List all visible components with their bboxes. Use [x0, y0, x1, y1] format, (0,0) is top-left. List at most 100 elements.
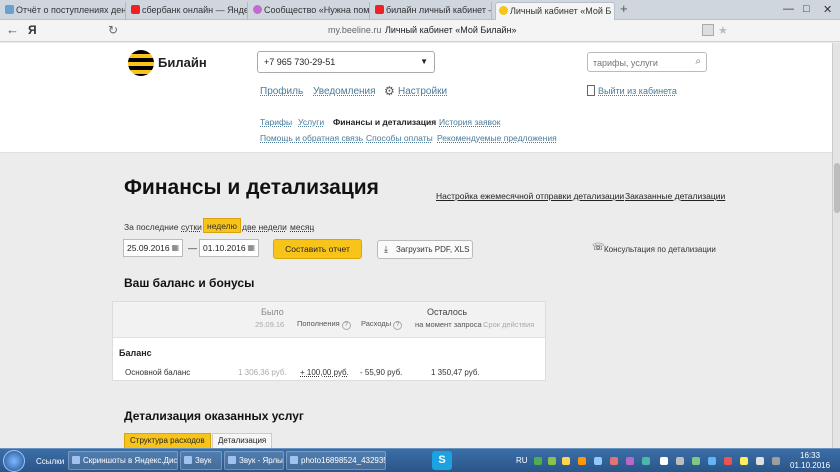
row-income[interactable]: + 100,00 руб. — [300, 368, 349, 377]
row-expense: - 55,90 руб. — [360, 368, 403, 377]
tab-detail[interactable]: Детализация — [212, 433, 273, 448]
browser-tab-active[interactable]: Личный кабинет «Мой Б — [495, 2, 615, 20]
ordered-details-link[interactable]: Заказанные детализации — [625, 191, 725, 201]
date-to-field[interactable]: 01.10.2016 ▦ — [199, 239, 259, 257]
col-income-label: Пополнения — [297, 319, 340, 328]
nav-notifications[interactable]: Уведомления — [313, 86, 376, 97]
taskbar-item-label: Звук - Ярлык — [239, 456, 284, 465]
taskbar-item[interactable]: Звук - Ярлык — [224, 451, 284, 470]
url-page-title[interactable]: Личный кабинет «Мой Билайн» — [385, 25, 517, 35]
language-indicator[interactable]: RU — [516, 456, 528, 465]
col-left-sub: на момент запроса — [415, 320, 482, 329]
scrollbar-thumb[interactable] — [834, 163, 840, 213]
beeline-logo-icon[interactable] — [128, 50, 154, 76]
taskbar-item[interactable]: Звук — [180, 451, 222, 470]
make-report-button[interactable]: Составить отчет — [273, 239, 362, 259]
tab-label: билайн личный кабинет — — [386, 5, 492, 15]
tray-app-icon[interactable] — [642, 457, 650, 465]
subnav-recommended[interactable]: Рекомендуемые предложения — [437, 133, 557, 143]
period-week[interactable]: неделю — [203, 218, 241, 233]
browser-tab[interactable]: сбербанк онлайн — Яндекс — [128, 2, 248, 20]
help-icon[interactable]: ? — [393, 321, 403, 330]
date-from-field[interactable]: 25.09.2016 ▦ — [123, 239, 183, 257]
subnav-finance[interactable]: Финансы и детализация — [333, 117, 436, 127]
taskbar-item-label: photo16898524_432935275 — [301, 456, 385, 465]
date-to-value: 01.10.2016 — [203, 243, 246, 253]
page-content: Билайн +7 965 730-29-51 ▼ ⌕ Профиль Увед… — [0, 43, 832, 448]
balance-group-title: Баланс — [119, 348, 152, 358]
yandex-logo-icon[interactable]: Я — [28, 23, 37, 37]
phone-number-select[interactable]: +7 965 730-29-51 ▼ — [257, 51, 435, 73]
logout-link[interactable]: Выйти из кабинета — [598, 86, 677, 96]
period-two-weeks[interactable]: две недели — [242, 222, 287, 232]
search-icon[interactable]: ⌕ — [695, 56, 701, 67]
tab-favicon-icon — [253, 5, 262, 14]
tab-favicon-icon — [5, 5, 14, 14]
back-arrow-icon[interactable]: ← — [6, 22, 19, 37]
download-pdf-xls-button[interactable]: ⤓ Загрузить PDF, XLS — [377, 240, 473, 259]
browser-tab[interactable]: Отчёт о поступлениях дене — [2, 2, 126, 20]
close-icon[interactable]: ✕ — [823, 3, 832, 16]
browser-tab[interactable]: билайн личный кабинет — — [372, 2, 492, 20]
headset-icon: ☏ — [592, 242, 605, 253]
taskbar-item-label: Звук — [195, 456, 212, 465]
subnav-services[interactable]: Услуги — [298, 117, 324, 127]
calendar-icon[interactable]: ▦ — [171, 240, 179, 256]
subnav-help[interactable]: Помощь и обратная связь — [260, 133, 363, 143]
refresh-icon[interactable]: ↻ — [108, 23, 118, 37]
row-was: 1 306,36 руб. — [238, 368, 287, 377]
url-host[interactable]: my.beeline.ru — [328, 25, 381, 35]
tray-app-icon[interactable] — [548, 457, 556, 465]
network-icon[interactable] — [660, 457, 668, 465]
browser-tab[interactable]: Сообщество «Нужна помо — [250, 2, 370, 20]
tray-app-icon[interactable] — [772, 457, 780, 465]
taskbar-item[interactable]: photo16898524_432935275 — [286, 451, 386, 470]
volume-icon[interactable] — [676, 457, 684, 465]
nav-profile[interactable]: Профиль — [260, 86, 303, 97]
help-icon[interactable]: ? — [341, 321, 351, 330]
tab-expense-structure[interactable]: Структура расходов — [124, 433, 211, 448]
taskbar-item[interactable]: Скриншоты в Яндекс.Диске — [68, 451, 178, 470]
col-was: Было — [261, 307, 284, 317]
tab-label: Отчёт о поступлениях дене — [16, 5, 126, 15]
logo-text[interactable]: Билайн — [158, 55, 207, 70]
period-day[interactable]: сутки — [181, 222, 202, 232]
tray-app-icon[interactable] — [724, 457, 732, 465]
tray-app-icon[interactable] — [692, 457, 700, 465]
tab-favicon-icon — [131, 5, 140, 14]
star-icon[interactable]: ★ — [718, 24, 730, 37]
new-tab-button[interactable]: + — [620, 1, 628, 16]
system-clock[interactable]: 16:33 01.10.2016 — [790, 451, 830, 471]
nav-settings[interactable]: Настройки — [398, 86, 447, 97]
image-icon — [290, 456, 298, 464]
start-button[interactable] — [3, 450, 25, 472]
page-scrollbar[interactable] — [832, 43, 840, 448]
tray-app-icon[interactable] — [756, 457, 764, 465]
tray-app-icon[interactable] — [562, 457, 570, 465]
subnav-payment[interactable]: Способы оплаты — [366, 133, 433, 143]
tray-app-icon[interactable] — [594, 457, 602, 465]
search-input[interactable] — [588, 54, 683, 72]
download-label: Загрузить PDF, XLS — [396, 245, 470, 254]
taskbar-links[interactable]: Ссылки — [36, 457, 64, 466]
subnav-history[interactable]: История заявок — [439, 117, 500, 127]
tab-label: Сообщество «Нужна помо — [264, 5, 370, 15]
page-ico-icon[interactable] — [702, 24, 714, 36]
tray-app-icon[interactable] — [740, 457, 748, 465]
site-header: Билайн +7 965 730-29-51 ▼ ⌕ Профиль Увед… — [0, 43, 832, 153]
maximize-icon[interactable]: □ — [803, 3, 810, 15]
balance-table: Было 25.09.16 Пополнения? Расходы? Остал… — [112, 301, 546, 381]
tray-app-icon[interactable] — [610, 457, 618, 465]
calendar-icon[interactable]: ▦ — [247, 240, 255, 256]
tray-app-icon[interactable] — [534, 457, 542, 465]
period-month[interactable]: месяц — [290, 222, 314, 232]
tray-app-icon[interactable] — [708, 457, 716, 465]
tray-app-icon[interactable] — [578, 457, 586, 465]
minimize-icon[interactable]: — — [783, 3, 794, 15]
tray-app-icon[interactable] — [626, 457, 634, 465]
skype-icon[interactable]: S — [432, 451, 452, 470]
col-validity: Срок действия — [483, 320, 535, 329]
consultation-link[interactable]: Консультация по детализации — [604, 245, 716, 254]
monthly-detail-link[interactable]: Настройка ежемесячной отправки детализац… — [436, 191, 624, 201]
subnav-tariffs[interactable]: Тарифы — [260, 117, 292, 127]
